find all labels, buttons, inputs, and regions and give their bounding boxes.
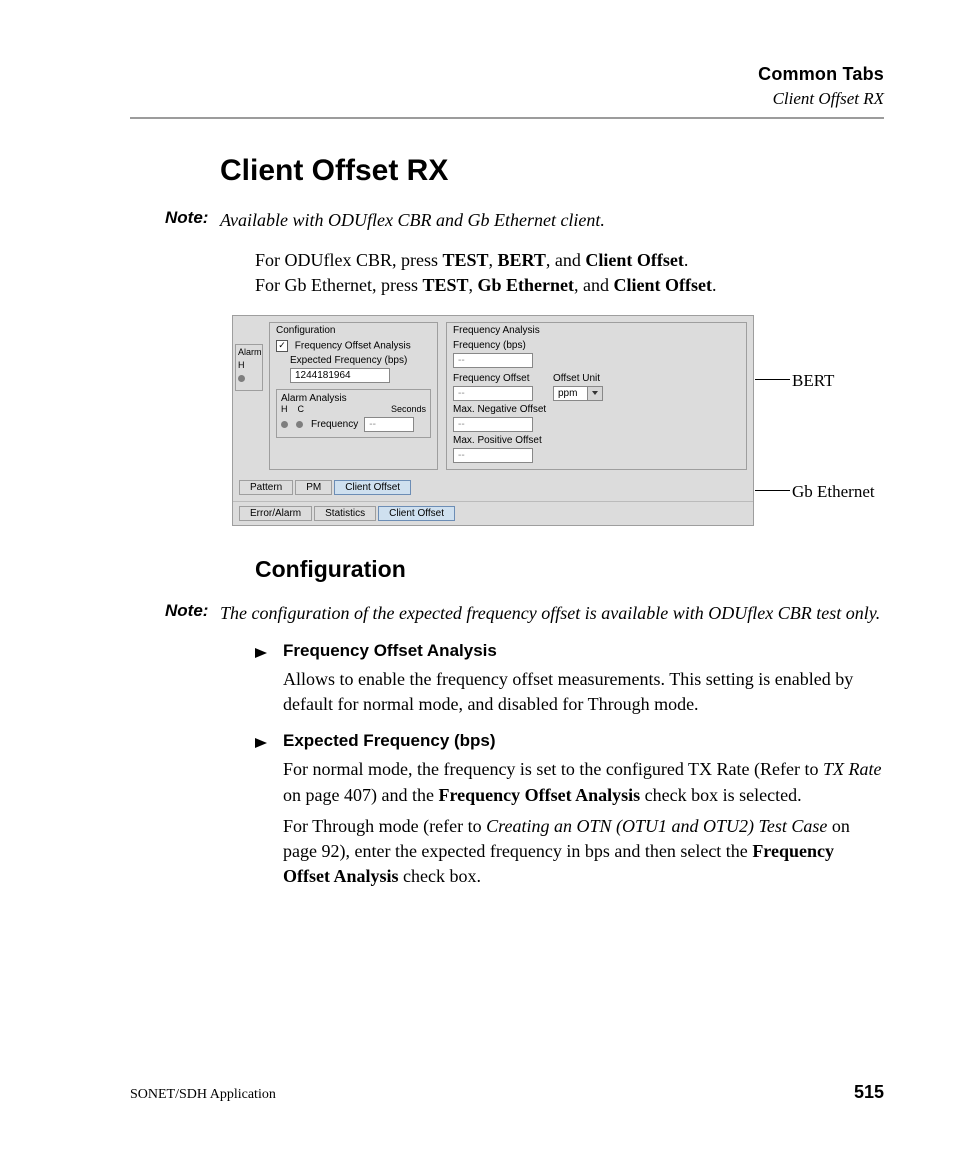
subsection-title: Client Offset RX	[130, 89, 884, 109]
tab-client-offset[interactable]: Client Offset	[334, 480, 411, 495]
alarm-frequency-label: Frequency	[311, 419, 358, 430]
note-label: Note:	[165, 601, 220, 625]
callout-line	[755, 379, 790, 380]
nav-text: For ODUflex CBR, press	[255, 250, 443, 270]
bullet-body: For normal mode, the frequency is set to…	[283, 757, 884, 807]
note-configuration: Note: The configuration of the expected …	[165, 601, 884, 625]
tab-statistics[interactable]: Statistics	[314, 506, 376, 521]
tab-pattern[interactable]: Pattern	[239, 480, 293, 495]
chevron-down-icon	[587, 387, 602, 400]
page-footer: SONET/SDH Application 515	[130, 1082, 884, 1103]
header-rule	[130, 117, 884, 119]
chapter-title: Common Tabs	[130, 64, 884, 85]
max-neg-offset-label: Max. Negative Offset	[453, 404, 740, 415]
max-pos-offset-field: --	[453, 448, 533, 463]
nav-bold: Client Offset	[585, 250, 683, 270]
bullet-body: For Through mode (refer to Creating an O…	[283, 814, 884, 890]
checkbox-label: Frequency Offset Analysis	[295, 340, 411, 351]
tab-error-alarm[interactable]: Error/Alarm	[239, 506, 312, 521]
bold-term: Frequency Offset Analysis	[438, 785, 640, 805]
bullet-expected-frequency: Expected Frequency (bps)	[255, 731, 884, 751]
max-pos-offset-label: Max. Positive Offset	[453, 435, 740, 446]
bullet-arrow-icon	[255, 641, 283, 661]
nav-bold: Client Offset	[614, 275, 712, 295]
footer-app-name: SONET/SDH Application	[130, 1087, 276, 1103]
seconds-field: --	[364, 417, 414, 432]
nav-bold: Gb Ethernet	[478, 275, 575, 295]
alarm-side-title: Alarm	[238, 347, 260, 357]
section-configuration: Configuration	[255, 556, 884, 583]
alarm-side-panel: Alarm H	[233, 316, 263, 391]
nav-bold: TEST	[443, 250, 489, 270]
freq-bps-field: --	[453, 353, 533, 368]
offset-unit-label: Offset Unit	[553, 373, 603, 384]
freq-offset-field: --	[453, 386, 533, 401]
seconds-label: Seconds	[391, 404, 426, 414]
page-title: Client Offset RX	[220, 154, 884, 188]
nav-bold: BERT	[498, 250, 546, 270]
freq-bps-label: Frequency (bps)	[453, 340, 740, 351]
bullet-heading: Frequency Offset Analysis	[283, 641, 497, 661]
note-text: Available with ODUflex CBR and Gb Ethern…	[220, 208, 884, 232]
checkbox-icon[interactable]: ✓	[276, 340, 288, 352]
max-neg-offset-field: --	[453, 417, 533, 432]
status-dot-icon	[281, 421, 288, 428]
note-availability: Note: Available with ODUflex CBR and Gb …	[165, 208, 884, 232]
tab-pm[interactable]: PM	[295, 480, 332, 495]
callout-line	[755, 490, 790, 491]
nav-bold: TEST	[422, 275, 468, 295]
offset-unit-dropdown[interactable]: ppm	[553, 386, 603, 401]
tabs-bottom-row: Error/Alarm Statistics Client Offset	[233, 501, 753, 525]
group-title: Frequency Analysis	[453, 325, 740, 336]
note-text: The configuration of the expected freque…	[220, 601, 884, 625]
expected-freq-input[interactable]: 1244181964	[290, 368, 390, 383]
nav-text: For Gb Ethernet, press	[255, 275, 422, 295]
running-header: Common Tabs Client Offset RX	[130, 64, 884, 109]
footer-page-number: 515	[854, 1082, 884, 1103]
callout-bert: BERT	[792, 371, 834, 391]
note-label: Note:	[165, 208, 220, 232]
tabs-top-row: Pattern PM Client Offset	[233, 476, 753, 497]
nav-instructions: For ODUflex CBR, press TEST, BERT, and C…	[255, 248, 884, 298]
bullet-body: Allows to enable the frequency offset me…	[283, 667, 884, 717]
status-dot-icon	[296, 421, 303, 428]
dropdown-value: ppm	[554, 387, 587, 400]
bullet-heading: Expected Frequency (bps)	[283, 731, 496, 751]
bullet-arrow-icon	[255, 731, 283, 751]
configuration-group: Configuration ✓ Frequency Offset Analysi…	[269, 322, 438, 470]
freq-offset-checkbox-row: ✓ Frequency Offset Analysis	[276, 340, 431, 352]
alarm-analysis-group: Alarm Analysis H C Seconds Frequency	[276, 389, 431, 438]
callout-gb-ethernet: Gb Ethernet	[792, 482, 875, 502]
bullet-freq-offset-analysis: Frequency Offset Analysis	[255, 641, 884, 661]
ui-screenshot: Alarm H Configuration ✓ Frequency Offset…	[232, 315, 884, 526]
expected-freq-label: Expected Frequency (bps)	[290, 355, 431, 366]
alarm-analysis-title: Alarm Analysis	[281, 393, 347, 404]
xref-tx-rate: TX Rate	[823, 759, 882, 779]
status-dot-icon	[238, 375, 245, 382]
frequency-analysis-group: Frequency Analysis Frequency (bps) -- Fr…	[446, 322, 747, 470]
tab-client-offset-bottom[interactable]: Client Offset	[378, 506, 455, 521]
ui-panel: Alarm H Configuration ✓ Frequency Offset…	[232, 315, 754, 526]
xref-creating-otn: Creating an OTN (OTU1 and OTU2) Test Cas…	[486, 816, 827, 836]
freq-offset-label: Frequency Offset	[453, 373, 533, 384]
group-title: Configuration	[276, 325, 431, 336]
